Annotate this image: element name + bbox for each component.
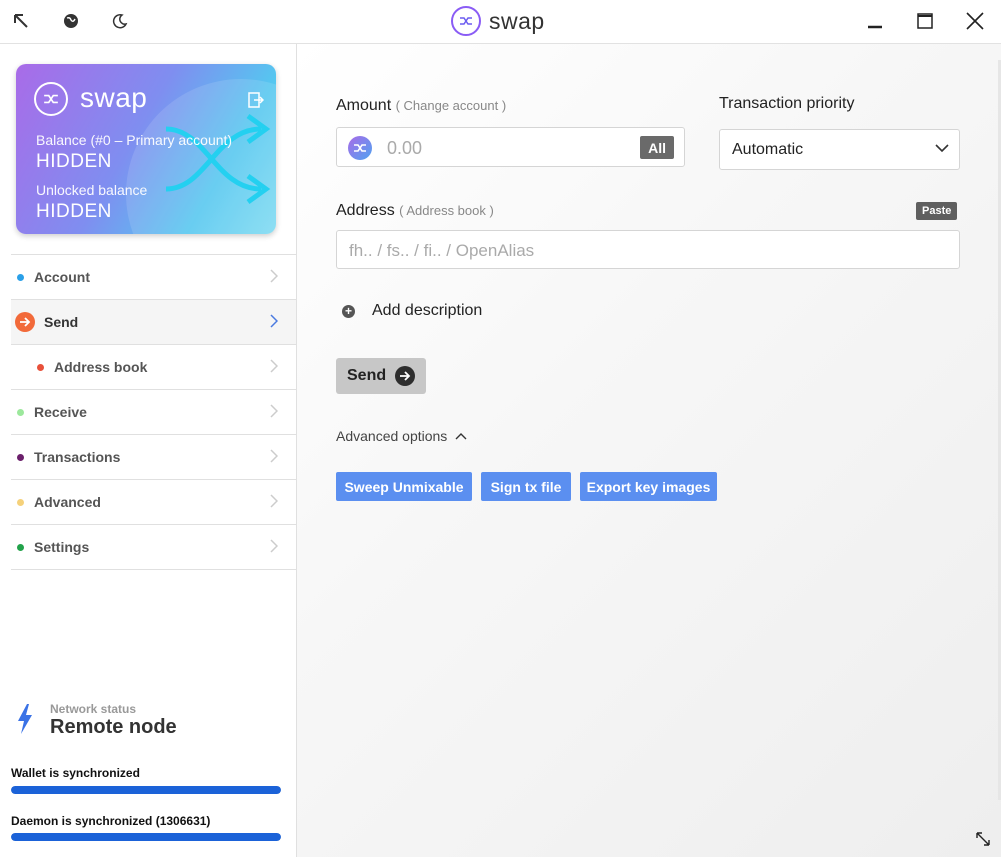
amount-label: Amount ( Change account ) [336,97,506,115]
sidebar-menu: Account Send Address book Receive Transa… [11,254,296,570]
moon-icon[interactable] [107,8,133,34]
chevron-down-icon [935,144,949,153]
receive-dot-icon [17,408,24,416]
close-icon [966,12,984,30]
resize-icon[interactable] [976,832,990,851]
daemon-sync-progress [11,833,281,841]
advanced-options-toggle[interactable]: Advanced options [336,428,467,444]
sidebar-item-label: Account [34,269,90,285]
paste-button[interactable]: Paste [916,202,958,220]
network-status-value: Remote node [50,716,177,738]
chevron-right-icon [270,269,278,283]
amount-input[interactable] [385,128,629,168]
chevron-right-icon [270,539,278,553]
sidebar-item-label: Settings [34,539,90,555]
sign-tx-file-button[interactable]: Sign tx file [481,472,571,501]
wallet-sync-progress [11,786,281,794]
account-dot-icon [17,273,24,281]
unlocked-balance-value: HIDDEN [36,201,112,222]
sidebar: swap Balance (#0 – Primary account) HIDD… [0,44,297,857]
back-arrow-icon[interactable] [8,8,34,34]
card-swap-logo-icon [34,82,68,116]
balance-label: Balance (#0 – Primary account) [36,132,233,148]
sidebar-item-label: Advanced [34,494,101,510]
settings-dot-icon [17,543,24,551]
balance-value: HIDDEN [36,151,112,172]
sidebar-item-label: Receive [34,404,87,420]
add-description-button[interactable]: + Add description [342,302,482,320]
send-arrow-icon [15,312,35,332]
sidebar-item-label: Address book [54,359,148,375]
maximize-button[interactable] [910,6,940,36]
globe-icon[interactable] [58,8,84,34]
all-button[interactable]: All [640,136,674,159]
export-key-images-button[interactable]: Export key images [580,472,717,501]
arrow-right-icon [395,366,415,386]
sidebar-item-account[interactable]: Account [11,254,296,300]
priority-value: Automatic [732,140,804,158]
app-title: swap [489,7,545,34]
lightning-icon [18,704,32,734]
transaction-priority-label: Transaction priority [719,95,855,112]
send-button-label: Send [347,367,387,384]
app-brand: swap [451,5,545,37]
logout-icon[interactable] [248,92,265,108]
chevron-right-icon [270,314,278,328]
chevron-right-icon [270,494,278,508]
advanced-options-label: Advanced options [336,428,448,444]
swap-arrows-icon [165,104,276,219]
address-book-link[interactable]: ( Address book ) [399,203,494,218]
transaction-priority-select[interactable]: Automatic [719,129,960,170]
plus-icon: + [342,304,355,318]
address-label: Address ( Address book ) [336,202,494,220]
advanced-dot-icon [17,498,24,506]
address-book-dot-icon [37,363,44,371]
sidebar-item-receive[interactable]: Receive [11,390,296,435]
sidebar-item-advanced[interactable]: Advanced [11,480,296,525]
address-field [336,230,960,270]
sidebar-item-transactions[interactable]: Transactions [11,435,296,480]
wallet-sync-label: Wallet is synchronized [11,766,140,780]
send-button[interactable]: Send [336,358,426,394]
sidebar-item-send[interactable]: Send [11,300,296,345]
amount-label-text: Amount [336,97,392,114]
chevron-up-icon [455,433,467,440]
minimize-icon [868,25,882,29]
sidebar-item-settings[interactable]: Settings [11,525,296,570]
send-panel: Amount ( Change account ) All Transactio… [297,44,1001,857]
change-account-link[interactable]: ( Change account ) [396,98,507,113]
address-input[interactable] [347,231,951,270]
amount-field: All [336,127,685,168]
sidebar-item-address-book[interactable]: Address book [11,345,296,390]
unlocked-balance-label: Unlocked balance [36,182,148,198]
chevron-right-icon [270,449,278,463]
address-label-text: Address [336,202,395,219]
transactions-dot-icon [17,453,24,461]
sidebar-item-label: Transactions [34,449,121,465]
title-bar: swap [0,0,1001,44]
swap-logo-icon [451,6,481,36]
add-description-label: Add description [372,302,483,319]
chevron-right-icon [270,359,278,373]
card-brand: swap [80,82,148,113]
sweep-unmixable-button[interactable]: Sweep Unmixable [336,472,472,501]
close-button[interactable] [960,6,990,36]
balance-card: swap Balance (#0 – Primary account) HIDD… [16,64,276,234]
network-status-label: Network status [50,702,137,716]
chevron-right-icon [270,404,278,418]
maximize-icon [917,13,933,29]
minimize-button[interactable] [860,6,890,36]
swap-coin-icon [348,136,372,160]
daemon-sync-label: Daemon is synchronized (1306631) [11,814,211,828]
sidebar-item-label: Send [44,314,79,330]
